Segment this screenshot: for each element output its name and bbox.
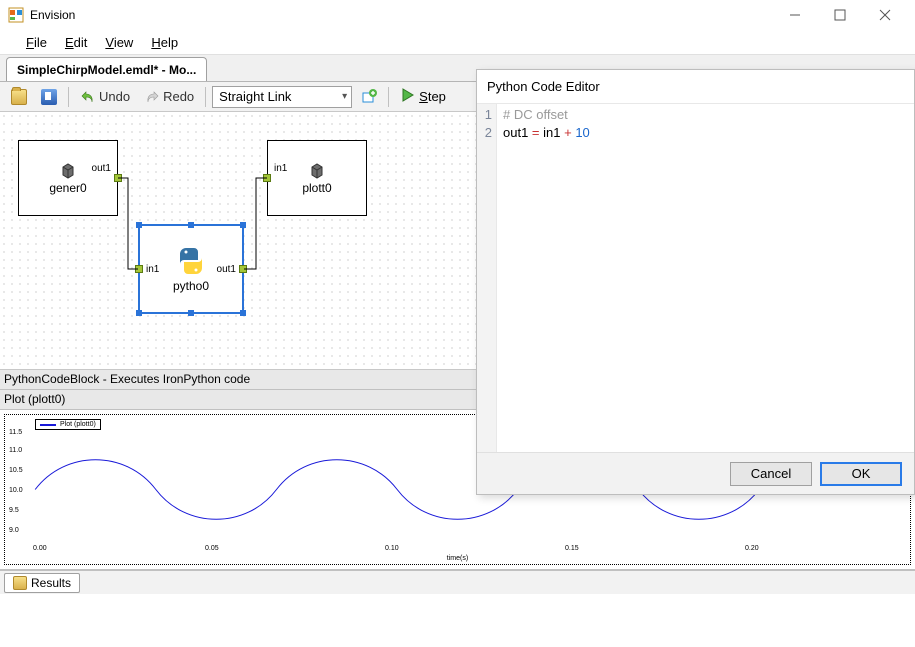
block-label: plott0 [302, 181, 331, 195]
separator [68, 87, 69, 107]
undo-icon [80, 89, 96, 105]
add-block-button[interactable] [356, 85, 382, 109]
add-icon [361, 89, 377, 105]
step-label: Step [419, 89, 446, 104]
window-controls [772, 0, 907, 30]
port-label: in1 [146, 264, 159, 275]
save-icon [41, 89, 57, 105]
block-label: pytho0 [173, 279, 209, 293]
redo-button[interactable]: Redo [139, 85, 199, 109]
menu-help[interactable]: Help [151, 35, 178, 50]
block-icon [59, 161, 77, 179]
separator [205, 87, 206, 107]
minimize-button[interactable] [772, 0, 817, 30]
undo-button[interactable]: Undo [75, 85, 135, 109]
separator [388, 87, 389, 107]
code-editor[interactable]: 12 # DC offset out1 = in1 + 10 [477, 104, 914, 452]
results-tab[interactable]: Results [4, 573, 80, 593]
menu-view[interactable]: View [105, 35, 133, 50]
ok-button[interactable]: OK [820, 462, 902, 486]
menu-edit[interactable]: Edit [65, 35, 87, 50]
port-out[interactable] [114, 174, 122, 182]
port-label: out1 [217, 264, 236, 275]
open-icon [11, 89, 27, 105]
code-text[interactable]: # DC offset out1 = in1 + 10 [497, 104, 914, 452]
block-icon [308, 161, 326, 179]
dialog-title: Python Code Editor [477, 70, 914, 104]
titlebar: Envision [0, 0, 915, 30]
block-gener0[interactable]: gener0 out1 [18, 140, 118, 216]
port-label: in1 [274, 163, 287, 174]
link-mode-select[interactable]: Straight Link [212, 86, 352, 108]
results-tabstrip: Results [0, 570, 915, 594]
undo-label: Undo [99, 89, 130, 104]
block-pytho0[interactable]: pytho0 in1 out1 [138, 224, 244, 314]
dialog-button-row: Cancel OK [477, 452, 914, 494]
python-icon [174, 245, 208, 277]
block-label: gener0 [49, 181, 86, 195]
redo-label: Redo [163, 89, 194, 104]
step-button[interactable]: Step [395, 85, 451, 109]
python-code-editor-dialog[interactable]: Python Code Editor 12 # DC offset out1 =… [476, 69, 915, 495]
save-button[interactable] [36, 85, 62, 109]
block-plott0[interactable]: plott0 in1 [267, 140, 367, 216]
maximize-button[interactable] [817, 0, 862, 30]
results-icon [13, 576, 27, 590]
port-out[interactable] [239, 265, 247, 273]
port-in[interactable] [135, 265, 143, 273]
play-icon [400, 87, 416, 106]
results-label: Results [31, 576, 71, 590]
window-title: Envision [30, 8, 75, 22]
document-tab[interactable]: SimpleChirpModel.emdl* - Mo... [6, 57, 207, 81]
menu-file[interactable]: File [26, 35, 47, 50]
open-button[interactable] [6, 85, 32, 109]
menubar: File Edit View Help [0, 30, 915, 55]
line-gutter: 12 [477, 104, 497, 452]
close-button[interactable] [862, 0, 907, 30]
redo-icon [144, 89, 160, 105]
app-icon [8, 7, 24, 23]
cancel-button[interactable]: Cancel [730, 462, 812, 486]
port-label: out1 [92, 163, 111, 174]
port-in[interactable] [263, 174, 271, 182]
